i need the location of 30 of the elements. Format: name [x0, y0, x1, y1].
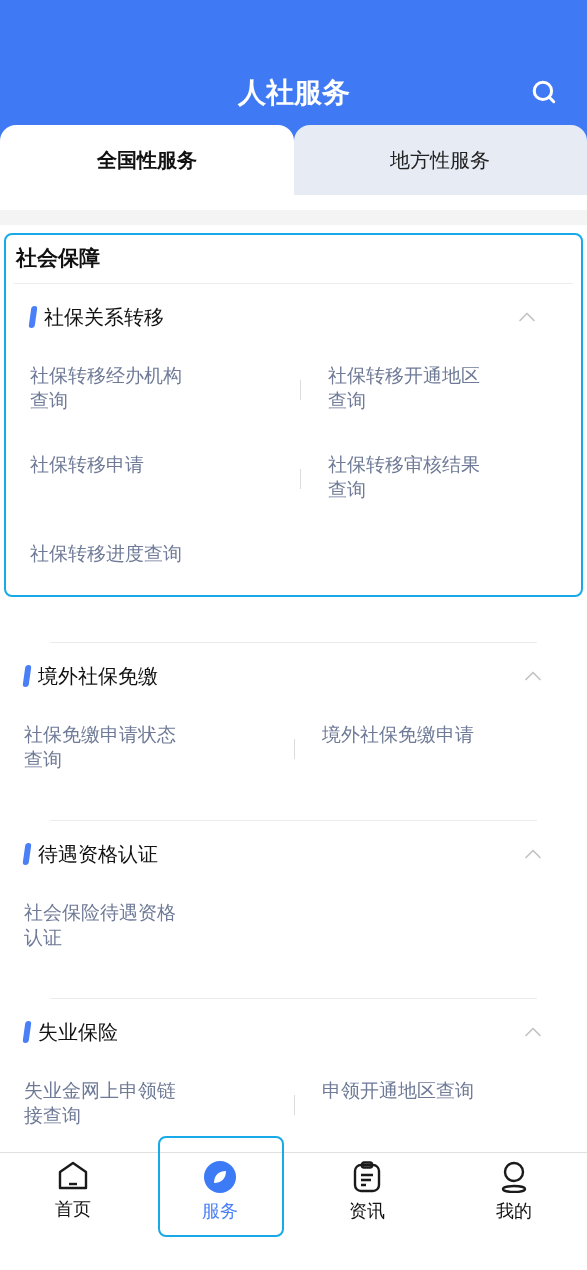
category-marker-icon	[28, 306, 38, 328]
section-title: 社会保障	[16, 245, 100, 273]
category-title: 待遇资格认证	[38, 841, 158, 868]
service-link[interactable]: 社保免缴申请状态查询	[24, 722, 184, 772]
category-title: 社保关系转移	[44, 304, 164, 331]
category-marker-icon	[22, 843, 32, 865]
nav-tab[interactable]: 服务	[202, 1153, 239, 1224]
category-title: 境外社保免缴	[38, 663, 158, 690]
service-link[interactable]: 失业金网上申领链接查询	[24, 1078, 184, 1128]
page-title: 人社服务	[237, 74, 350, 111]
category-marker-icon	[22, 665, 32, 687]
nav-tab[interactable]: 我的	[495, 1153, 532, 1224]
category-title: 失业保险	[38, 1019, 118, 1046]
tab[interactable]: 地方性服务	[293, 125, 587, 195]
home-icon	[57, 1161, 90, 1191]
service-link[interactable]: 社保转移审核结果查询	[328, 452, 488, 502]
service-link[interactable]: 社会保险待遇资格认证	[24, 900, 184, 950]
service-link[interactable]: 社保转移申请	[30, 452, 190, 477]
service-link[interactable]: 境外社保免缴申请	[322, 722, 482, 747]
clipboard-icon	[352, 1161, 381, 1193]
nav-tab[interactable]: 首页	[55, 1153, 92, 1222]
service-link[interactable]: 社保转移经办机构查询	[30, 363, 190, 413]
tab[interactable]: 全国性服务	[0, 125, 294, 195]
leaf-icon	[204, 1161, 237, 1193]
nav-tab[interactable]: 资讯	[348, 1153, 385, 1224]
service-link[interactable]: 社保转移进度查询	[30, 541, 190, 566]
service-link[interactable]: 申领开通地区查询	[322, 1078, 482, 1103]
service-link[interactable]: 社保转移开通地区查询	[328, 363, 488, 413]
search-icon[interactable]	[531, 79, 557, 105]
category-marker-icon	[22, 1021, 32, 1043]
